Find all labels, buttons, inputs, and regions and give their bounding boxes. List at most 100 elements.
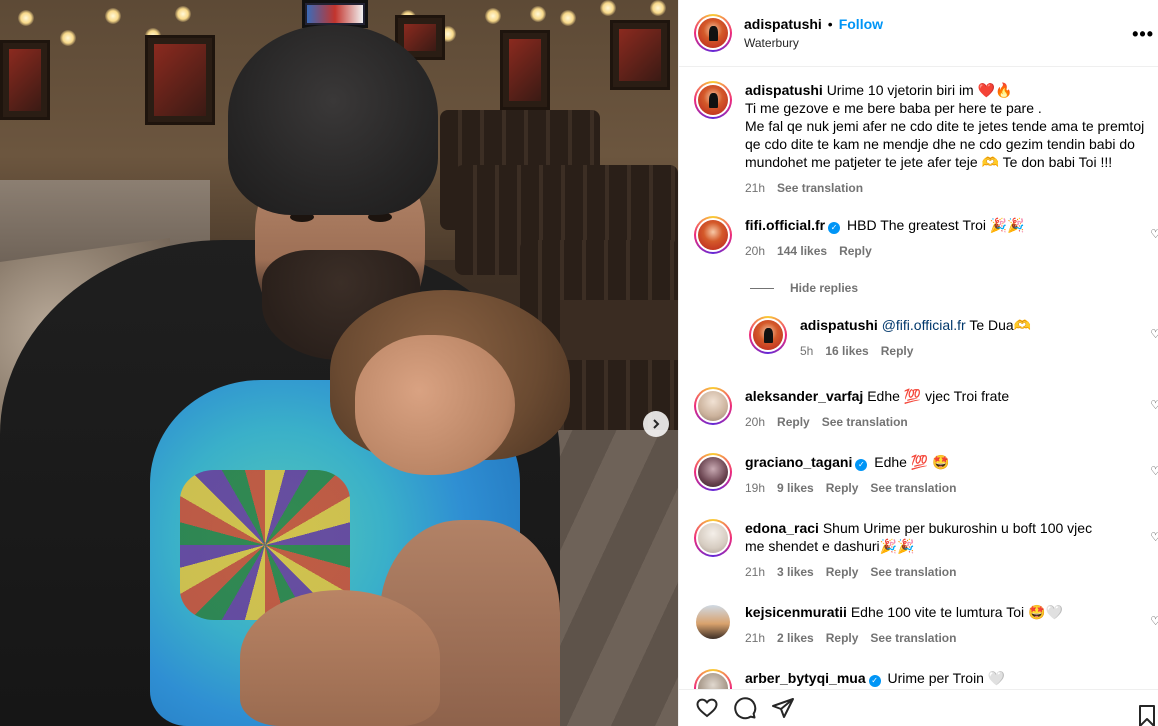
comment-text: Te Dua🫶 [969, 317, 1032, 333]
reply-button[interactable]: Reply [826, 479, 859, 497]
beanie-hat [228, 25, 438, 215]
reply-button[interactable]: Reply [881, 342, 914, 360]
post-side-panel: adispatushi • Follow Waterbury ••• adisp… [678, 0, 1158, 726]
reply-button[interactable]: Reply [777, 413, 810, 431]
caption-username[interactable]: adispatushi [745, 82, 823, 98]
timestamp: 21h [745, 181, 766, 195]
lamp-light [60, 30, 76, 46]
like-comment-icon[interactable]: ♡ [1150, 398, 1158, 412]
likes-count[interactable]: 9 likes [777, 479, 814, 497]
avatar[interactable] [694, 81, 732, 119]
reply-button[interactable]: Reply [826, 563, 859, 581]
comments-list[interactable]: adispatushi Urime 10 vjetorin biri im ❤️… [679, 67, 1158, 689]
comment-text: Edhe 💯 vjec Troi frate [867, 388, 1010, 404]
like-comment-icon[interactable]: ♡ [1150, 464, 1158, 478]
post-photo[interactable] [0, 0, 678, 726]
caption: adispatushi Urime 10 vjetorin biri im ❤️… [694, 81, 1155, 197]
reply-comment: adispatushi @fifi.official.fr Te Dua🫶 5h… [749, 316, 1155, 360]
like-comment-icon[interactable]: ♡ [1150, 327, 1158, 341]
see-translation-button[interactable]: See translation [870, 563, 956, 581]
comment-text: Edhe 100 vite te lumtura Toi 🤩🤍 [850, 604, 1063, 620]
wall-painting [500, 30, 550, 110]
follow-button[interactable]: Follow [839, 16, 883, 32]
post-header: adispatushi • Follow Waterbury ••• [679, 0, 1158, 67]
comment-username[interactable]: graciano_tagani [745, 454, 852, 470]
hide-replies-label: Hide replies [790, 281, 859, 295]
lamp-light [485, 8, 501, 24]
comment-username[interactable]: kejsicenmuratii [745, 604, 847, 620]
comment: graciano_tagani ✓ Edhe 💯 🤩 19h 9 likes Re… [694, 453, 1155, 497]
divider [750, 287, 774, 289]
avatar[interactable] [694, 603, 732, 641]
verified-badge-icon: ✓ [828, 222, 841, 234]
likes-count[interactable]: 16 likes [825, 342, 868, 360]
timestamp: 20h [745, 244, 766, 258]
author-username[interactable]: adispatushi [744, 16, 822, 32]
timestamp: 21h [745, 565, 766, 579]
like-comment-icon[interactable]: ♡ [1150, 530, 1158, 544]
comment-username[interactable]: aleksander_varfaj [745, 388, 863, 404]
wall-painting [610, 20, 670, 90]
avatar[interactable] [694, 453, 732, 491]
tv-screen [302, 0, 368, 28]
hide-replies-button[interactable]: Hide replies [750, 281, 858, 295]
avatar[interactable] [694, 14, 732, 52]
comment-username[interactable]: adispatushi [800, 317, 878, 333]
see-translation-button[interactable]: See translation [822, 413, 908, 431]
like-comment-icon[interactable]: ♡ [1150, 227, 1158, 241]
mention-link[interactable]: @fifi.official.fr [882, 317, 966, 333]
timestamp: 5h [800, 344, 814, 358]
caption-line: Ti me gezove e me bere baba per here te … [745, 100, 1042, 116]
next-photo-button[interactable] [643, 411, 669, 437]
instagram-post-view: adispatushi • Follow Waterbury ••• adisp… [0, 0, 1158, 726]
caption-line: Me fal qe nuk jemi afer ne cdo dite te j… [745, 118, 1145, 170]
timestamp: 19h [745, 481, 766, 495]
likes-count[interactable]: 144 likes [777, 242, 827, 260]
timestamp: 21h [745, 631, 766, 645]
comment-icon [734, 697, 757, 720]
avatar[interactable] [694, 387, 732, 425]
wall-painting [0, 40, 50, 120]
comment-text: Urime per Troin 🤍 [887, 670, 1006, 686]
post-location[interactable]: Waterbury [744, 36, 883, 50]
comment-username[interactable]: fifi.official.fr [745, 217, 825, 233]
see-translation-button[interactable]: See translation [870, 629, 956, 647]
like-comment-icon[interactable]: ♡ [1150, 614, 1158, 628]
lamp-light [175, 6, 191, 22]
verified-badge-icon: ✓ [868, 675, 881, 687]
heart-icon [696, 698, 718, 718]
comment-text: Edhe 💯 🤩 [874, 454, 950, 470]
comment: edona_raci Shum Urime per bukuroshin u b… [694, 519, 1115, 581]
see-translation-button[interactable]: See translation [777, 179, 863, 197]
see-translation-button[interactable]: See translation [870, 479, 956, 497]
caption-line: Urime 10 vjetorin biri im ❤️🔥 [826, 82, 1013, 98]
comment-username[interactable]: edona_raci [745, 520, 819, 536]
bookmark-icon [1139, 705, 1155, 726]
save-button[interactable] [1135, 704, 1158, 726]
comment: fifi.official.fr ✓ HBD The greatest Troi … [694, 216, 1155, 260]
timestamp: 20h [745, 415, 766, 429]
avatar[interactable] [694, 216, 732, 254]
avatar[interactable] [749, 316, 787, 354]
hand [240, 590, 440, 726]
share-button[interactable] [771, 696, 795, 720]
lamp-light [18, 10, 34, 26]
verified-badge-icon: ✓ [855, 459, 868, 471]
boy-face [355, 335, 515, 475]
comment-text: HBD The greatest Troi 🎉🎉 [847, 217, 1025, 233]
more-options-icon[interactable]: ••• [1132, 24, 1154, 45]
lamp-light [105, 8, 121, 24]
share-icon [772, 698, 794, 718]
lamp-light [650, 0, 666, 16]
avatar[interactable] [694, 519, 732, 557]
avatar[interactable] [694, 669, 732, 689]
like-button[interactable] [695, 696, 719, 720]
comment-username[interactable]: arber_bytyqi_mua [745, 670, 866, 686]
likes-count[interactable]: 3 likes [777, 563, 814, 581]
separator: • [827, 16, 833, 32]
comment: kejsicenmuratii Edhe 100 vite te lumtura… [694, 603, 1155, 647]
comment-button[interactable] [733, 696, 757, 720]
reply-button[interactable]: Reply [826, 629, 859, 647]
likes-count[interactable]: 2 likes [777, 629, 814, 647]
reply-button[interactable]: Reply [839, 242, 872, 260]
